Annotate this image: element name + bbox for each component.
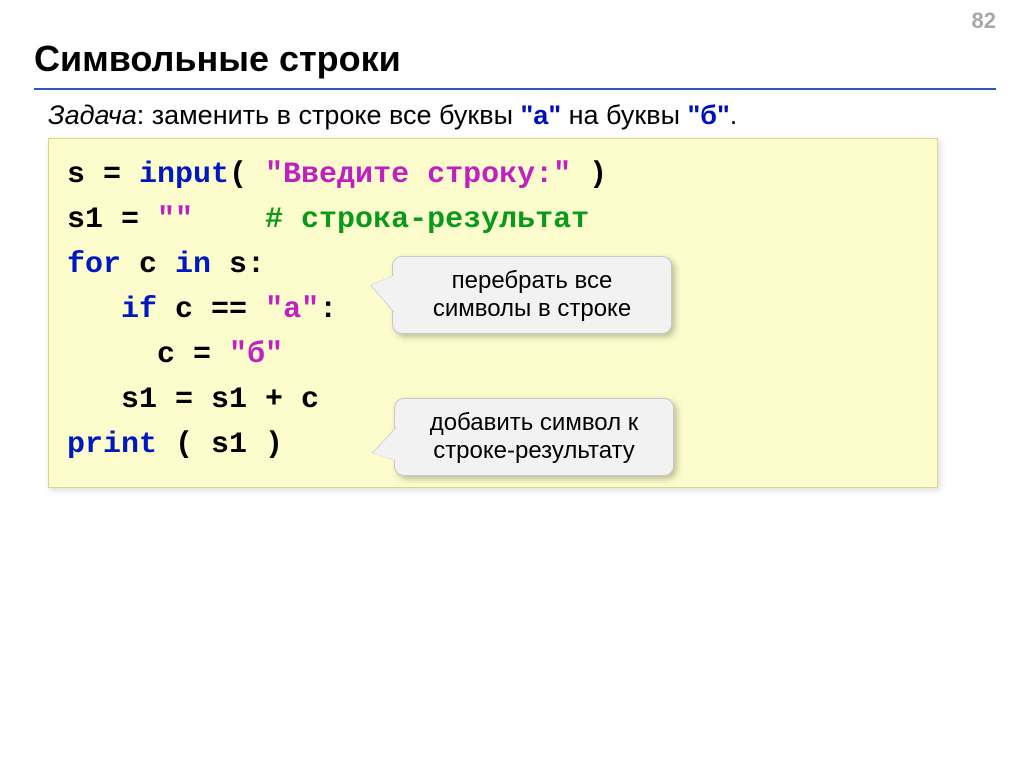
task-text-2: на буквы: [561, 100, 687, 130]
task-quote-a: "а": [521, 100, 562, 130]
callout-line: перебрать все: [413, 267, 651, 295]
callout-line: добавить символ к: [415, 409, 653, 437]
task-quote-b: "б": [688, 100, 730, 130]
callout-tail-icon: [373, 427, 397, 461]
page-title: Символьные строки: [34, 38, 401, 80]
callout-line: строке-результату: [415, 437, 653, 465]
callout-tail-icon: [371, 275, 395, 313]
page-number: 82: [972, 8, 996, 34]
task-statement: Задача: заменить в строке все буквы "а" …: [48, 100, 737, 131]
task-text-1: : заменить в строке все буквы: [137, 100, 521, 130]
callout-loop: перебрать все символы в строке: [392, 256, 672, 334]
title-divider: [34, 88, 996, 90]
callout-append: добавить символ к строке-результату: [394, 398, 674, 476]
task-label: Задача: [48, 100, 137, 130]
task-text-3: .: [730, 100, 738, 130]
callout-line: символы в строке: [413, 295, 651, 323]
